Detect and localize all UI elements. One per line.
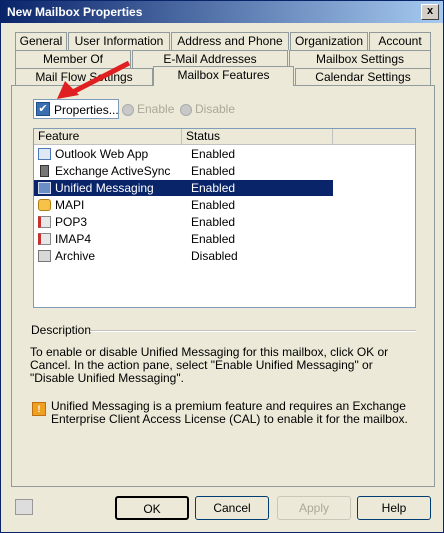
column-header-status[interactable]: Status: [182, 129, 333, 145]
help-context-icon[interactable]: [15, 499, 33, 515]
feature-status: Enabled: [191, 181, 236, 195]
archive-icon: [38, 250, 51, 262]
tab-mailbox-settings[interactable]: Mailbox Settings: [289, 50, 431, 68]
feature-status: Disabled: [191, 249, 238, 263]
list-item[interactable]: IMAP4 Enabled: [34, 231, 333, 247]
list-item[interactable]: MAPI Enabled: [34, 197, 333, 213]
imap4-icon: [38, 233, 51, 245]
tab-account[interactable]: Account: [369, 32, 431, 50]
tab-user-information[interactable]: User Information: [68, 32, 170, 50]
outlook-web-app-icon: [38, 148, 51, 160]
feature-status: Enabled: [191, 164, 236, 178]
feature-name: Archive: [55, 249, 96, 263]
window-title: New Mailbox Properties: [7, 5, 143, 19]
list-item[interactable]: Outlook Web App Enabled: [34, 146, 333, 162]
close-button[interactable]: x: [421, 4, 439, 20]
down-arrow-icon: [180, 103, 192, 116]
features-list[interactable]: Feature Status Outlook Web App Enabled E…: [33, 128, 416, 308]
tab-calendar-settings[interactable]: Calendar Settings: [295, 68, 431, 86]
feature-name: MAPI: [55, 198, 85, 212]
tab-general[interactable]: General: [15, 32, 67, 50]
checkmark-icon: ✔: [36, 102, 50, 116]
feature-name: Unified Messaging: [55, 181, 154, 195]
tab-mailbox-features[interactable]: Mailbox Features: [153, 66, 294, 86]
activesync-icon: [40, 165, 49, 177]
disable-button[interactable]: Disable: [180, 99, 235, 119]
column-header-feature[interactable]: Feature: [34, 129, 182, 145]
tab-address-and-phone[interactable]: Address and Phone: [171, 32, 289, 50]
unified-messaging-icon: [38, 182, 51, 194]
enable-button[interactable]: Enable: [122, 99, 174, 119]
ok-button[interactable]: OK: [115, 496, 189, 520]
column-header-empty: [333, 129, 415, 145]
cancel-button[interactable]: Cancel: [195, 496, 269, 520]
apply-button[interactable]: Apply: [277, 496, 351, 520]
feature-status: Enabled: [191, 232, 236, 246]
red-arrow-icon: [57, 61, 131, 99]
disable-label: Disable: [195, 102, 236, 116]
description-text: To enable or disable Unified Messaging f…: [30, 345, 389, 385]
help-button[interactable]: Help: [357, 496, 431, 520]
dialog-window: New Mailbox Properties x General User In…: [0, 0, 444, 533]
feature-name: IMAP4: [55, 232, 92, 246]
warning-text: Unified Messaging is a premium feature a…: [51, 399, 408, 426]
feature-status: Enabled: [191, 147, 236, 161]
feature-name: Outlook Web App: [55, 147, 149, 161]
description-label: Description: [31, 323, 92, 337]
feature-status: Enabled: [191, 215, 236, 229]
tab-organization[interactable]: Organization: [290, 32, 368, 50]
title-bar: New Mailbox Properties x: [1, 1, 443, 23]
description-divider: [90, 330, 416, 332]
list-item[interactable]: Unified Messaging Enabled: [34, 180, 333, 196]
properties-button[interactable]: ✔ Properties...: [33, 99, 119, 119]
feature-name: Exchange ActiveSync: [55, 164, 171, 178]
warning-icon: !: [32, 402, 46, 416]
list-item[interactable]: Archive Disabled: [34, 248, 333, 264]
feature-name: POP3: [55, 215, 88, 229]
properties-label: Properties...: [54, 103, 119, 117]
up-arrow-icon: [122, 103, 134, 116]
list-item[interactable]: POP3 Enabled: [34, 214, 333, 230]
mapi-icon: [38, 199, 51, 211]
enable-label: Enable: [137, 102, 175, 116]
tab-panel-mailbox-features: ✔ Properties... Enable Disable Feature S…: [11, 85, 435, 487]
pop3-icon: [38, 216, 51, 228]
feature-status: Enabled: [191, 198, 236, 212]
list-item[interactable]: Exchange ActiveSync Enabled: [34, 163, 333, 179]
